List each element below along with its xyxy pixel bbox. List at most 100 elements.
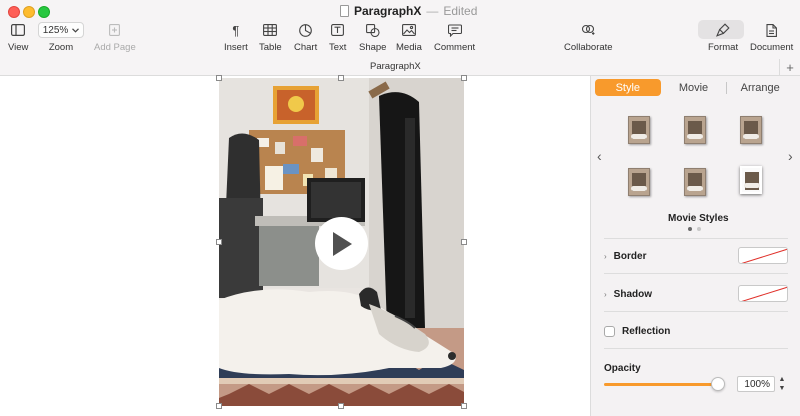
view-button[interactable]: View — [8, 22, 28, 53]
movie-style-thumbnail[interactable] — [628, 116, 650, 144]
zoom-value: 125% — [42, 24, 69, 36]
movie-style-thumbnail[interactable] — [740, 116, 762, 144]
resize-handle-bottom[interactable] — [338, 403, 344, 409]
divider — [604, 273, 788, 274]
resize-handle-right[interactable] — [461, 239, 467, 245]
resize-handle-bottom-right[interactable] — [461, 403, 467, 409]
document-name: ParagraphX — [354, 4, 422, 18]
format-button[interactable]: Format — [708, 22, 738, 53]
no-fill-icon — [741, 248, 787, 263]
document-tab[interactable]: ParagraphX — [370, 61, 421, 72]
paintbrush-icon — [716, 22, 730, 38]
stepper-down-icon[interactable]: ▼ — [779, 384, 786, 393]
table-button[interactable]: Table — [259, 22, 282, 53]
movie-style-thumbnail[interactable] — [740, 166, 762, 194]
border-color-swatch[interactable] — [738, 247, 788, 264]
resize-handle-top-right[interactable] — [461, 75, 467, 81]
document-button[interactable]: Document — [750, 22, 793, 53]
insert-button[interactable]: ¶ Insert — [224, 22, 248, 54]
table-icon — [263, 22, 278, 38]
chevron-down-icon — [72, 27, 80, 33]
shadow-row[interactable]: › Shadow — [604, 284, 788, 304]
window-title: ParagraphX — Edited — [340, 4, 477, 18]
resize-handle-bottom-left[interactable] — [216, 403, 222, 409]
chart-button[interactable]: Chart — [294, 22, 317, 53]
comment-button[interactable]: Comment — [434, 22, 475, 53]
text-button[interactable]: Text — [329, 22, 346, 53]
sidebar-icon — [11, 22, 26, 38]
media-button[interactable]: Media — [396, 22, 422, 53]
resize-handle-left[interactable] — [216, 239, 222, 245]
photo-icon — [401, 22, 416, 38]
view-label: View — [8, 42, 29, 53]
document-canvas[interactable] — [0, 75, 590, 416]
opacity-label: Opacity — [604, 363, 641, 374]
no-fill-icon — [741, 286, 787, 301]
divider — [604, 348, 788, 349]
chevron-right-icon[interactable]: › — [788, 148, 793, 164]
close-window-button[interactable] — [8, 6, 20, 18]
table-label: Table — [259, 42, 282, 53]
pie-chart-icon — [299, 22, 312, 38]
format-inspector: Style Movie Arrange ‹ › Movie Styles › B… — [590, 76, 800, 416]
play-button[interactable] — [315, 217, 368, 270]
minimize-window-button[interactable] — [23, 6, 35, 18]
collaborate-label: Collaborate — [564, 42, 613, 53]
disclosure-arrow-icon[interactable]: › — [604, 252, 607, 261]
movie-style-thumbnail[interactable] — [684, 116, 706, 144]
collaborate-button[interactable]: Collaborate — [564, 22, 613, 53]
tab-arrange[interactable]: Arrange — [727, 79, 793, 96]
document-label: Document — [750, 42, 794, 53]
zoom-select[interactable]: 125% — [38, 22, 84, 38]
movie-styles-label: Movie Styles — [668, 213, 729, 224]
divider — [604, 311, 788, 312]
document-panel-icon — [766, 22, 778, 38]
stepper-up-icon[interactable]: ▲ — [779, 375, 786, 384]
shadow-color-swatch[interactable] — [738, 285, 788, 302]
title-separator: — — [426, 4, 439, 18]
inspector-tabs: Style Movie Arrange — [595, 79, 793, 96]
movie-frame[interactable] — [219, 78, 464, 406]
zoom-window-button[interactable] — [38, 6, 50, 18]
page-dot[interactable] — [688, 227, 692, 231]
disclosure-arrow-icon[interactable]: › — [604, 290, 607, 299]
reflection-label: Reflection — [622, 325, 671, 337]
add-page-button[interactable]: Add Page — [94, 22, 136, 53]
opacity-field[interactable]: 100% — [737, 376, 775, 392]
zoom-control[interactable]: 125% Zoom — [38, 22, 84, 53]
reflection-checkbox[interactable] — [604, 325, 615, 337]
collaborate-icon — [581, 22, 595, 38]
comment-label: Comment — [434, 42, 476, 53]
chevron-left-icon[interactable]: ‹ — [597, 148, 602, 164]
resize-handle-top-left[interactable] — [216, 75, 222, 81]
tab-style[interactable]: Style — [595, 79, 661, 96]
movie-style-thumbnail[interactable] — [684, 168, 706, 196]
shadow-label: Shadow — [613, 288, 653, 300]
text-box-icon — [331, 22, 345, 38]
zoom-label: Zoom — [48, 42, 74, 53]
tab-movie[interactable]: Movie — [661, 79, 727, 96]
shape-icon — [365, 22, 380, 38]
format-label: Format — [708, 42, 739, 53]
reflection-row[interactable]: Reflection — [604, 321, 788, 341]
new-tab-button[interactable]: + — [779, 59, 800, 76]
page-indicator[interactable] — [688, 227, 701, 231]
opacity-slider-knob[interactable] — [711, 377, 725, 391]
opacity-stepper[interactable]: ▲ ▼ — [777, 375, 787, 393]
document-state: Edited — [443, 4, 478, 18]
document-icon — [340, 5, 349, 17]
opacity-slider-track[interactable] — [604, 383, 722, 386]
comment-icon — [447, 22, 462, 38]
border-row[interactable]: › Border — [604, 246, 788, 266]
media-label: Media — [396, 42, 422, 53]
play-icon — [332, 231, 352, 256]
movie-styles-grid — [613, 112, 785, 202]
tab-bar: ParagraphX — [0, 58, 800, 76]
divider — [604, 238, 788, 239]
page-dot[interactable] — [697, 227, 701, 231]
movie-style-thumbnail[interactable] — [628, 168, 650, 196]
resize-handle-top[interactable] — [338, 75, 344, 81]
shape-button[interactable]: Shape — [359, 22, 386, 53]
add-page-label: Add Page — [94, 42, 136, 53]
shape-label: Shape — [359, 42, 387, 53]
